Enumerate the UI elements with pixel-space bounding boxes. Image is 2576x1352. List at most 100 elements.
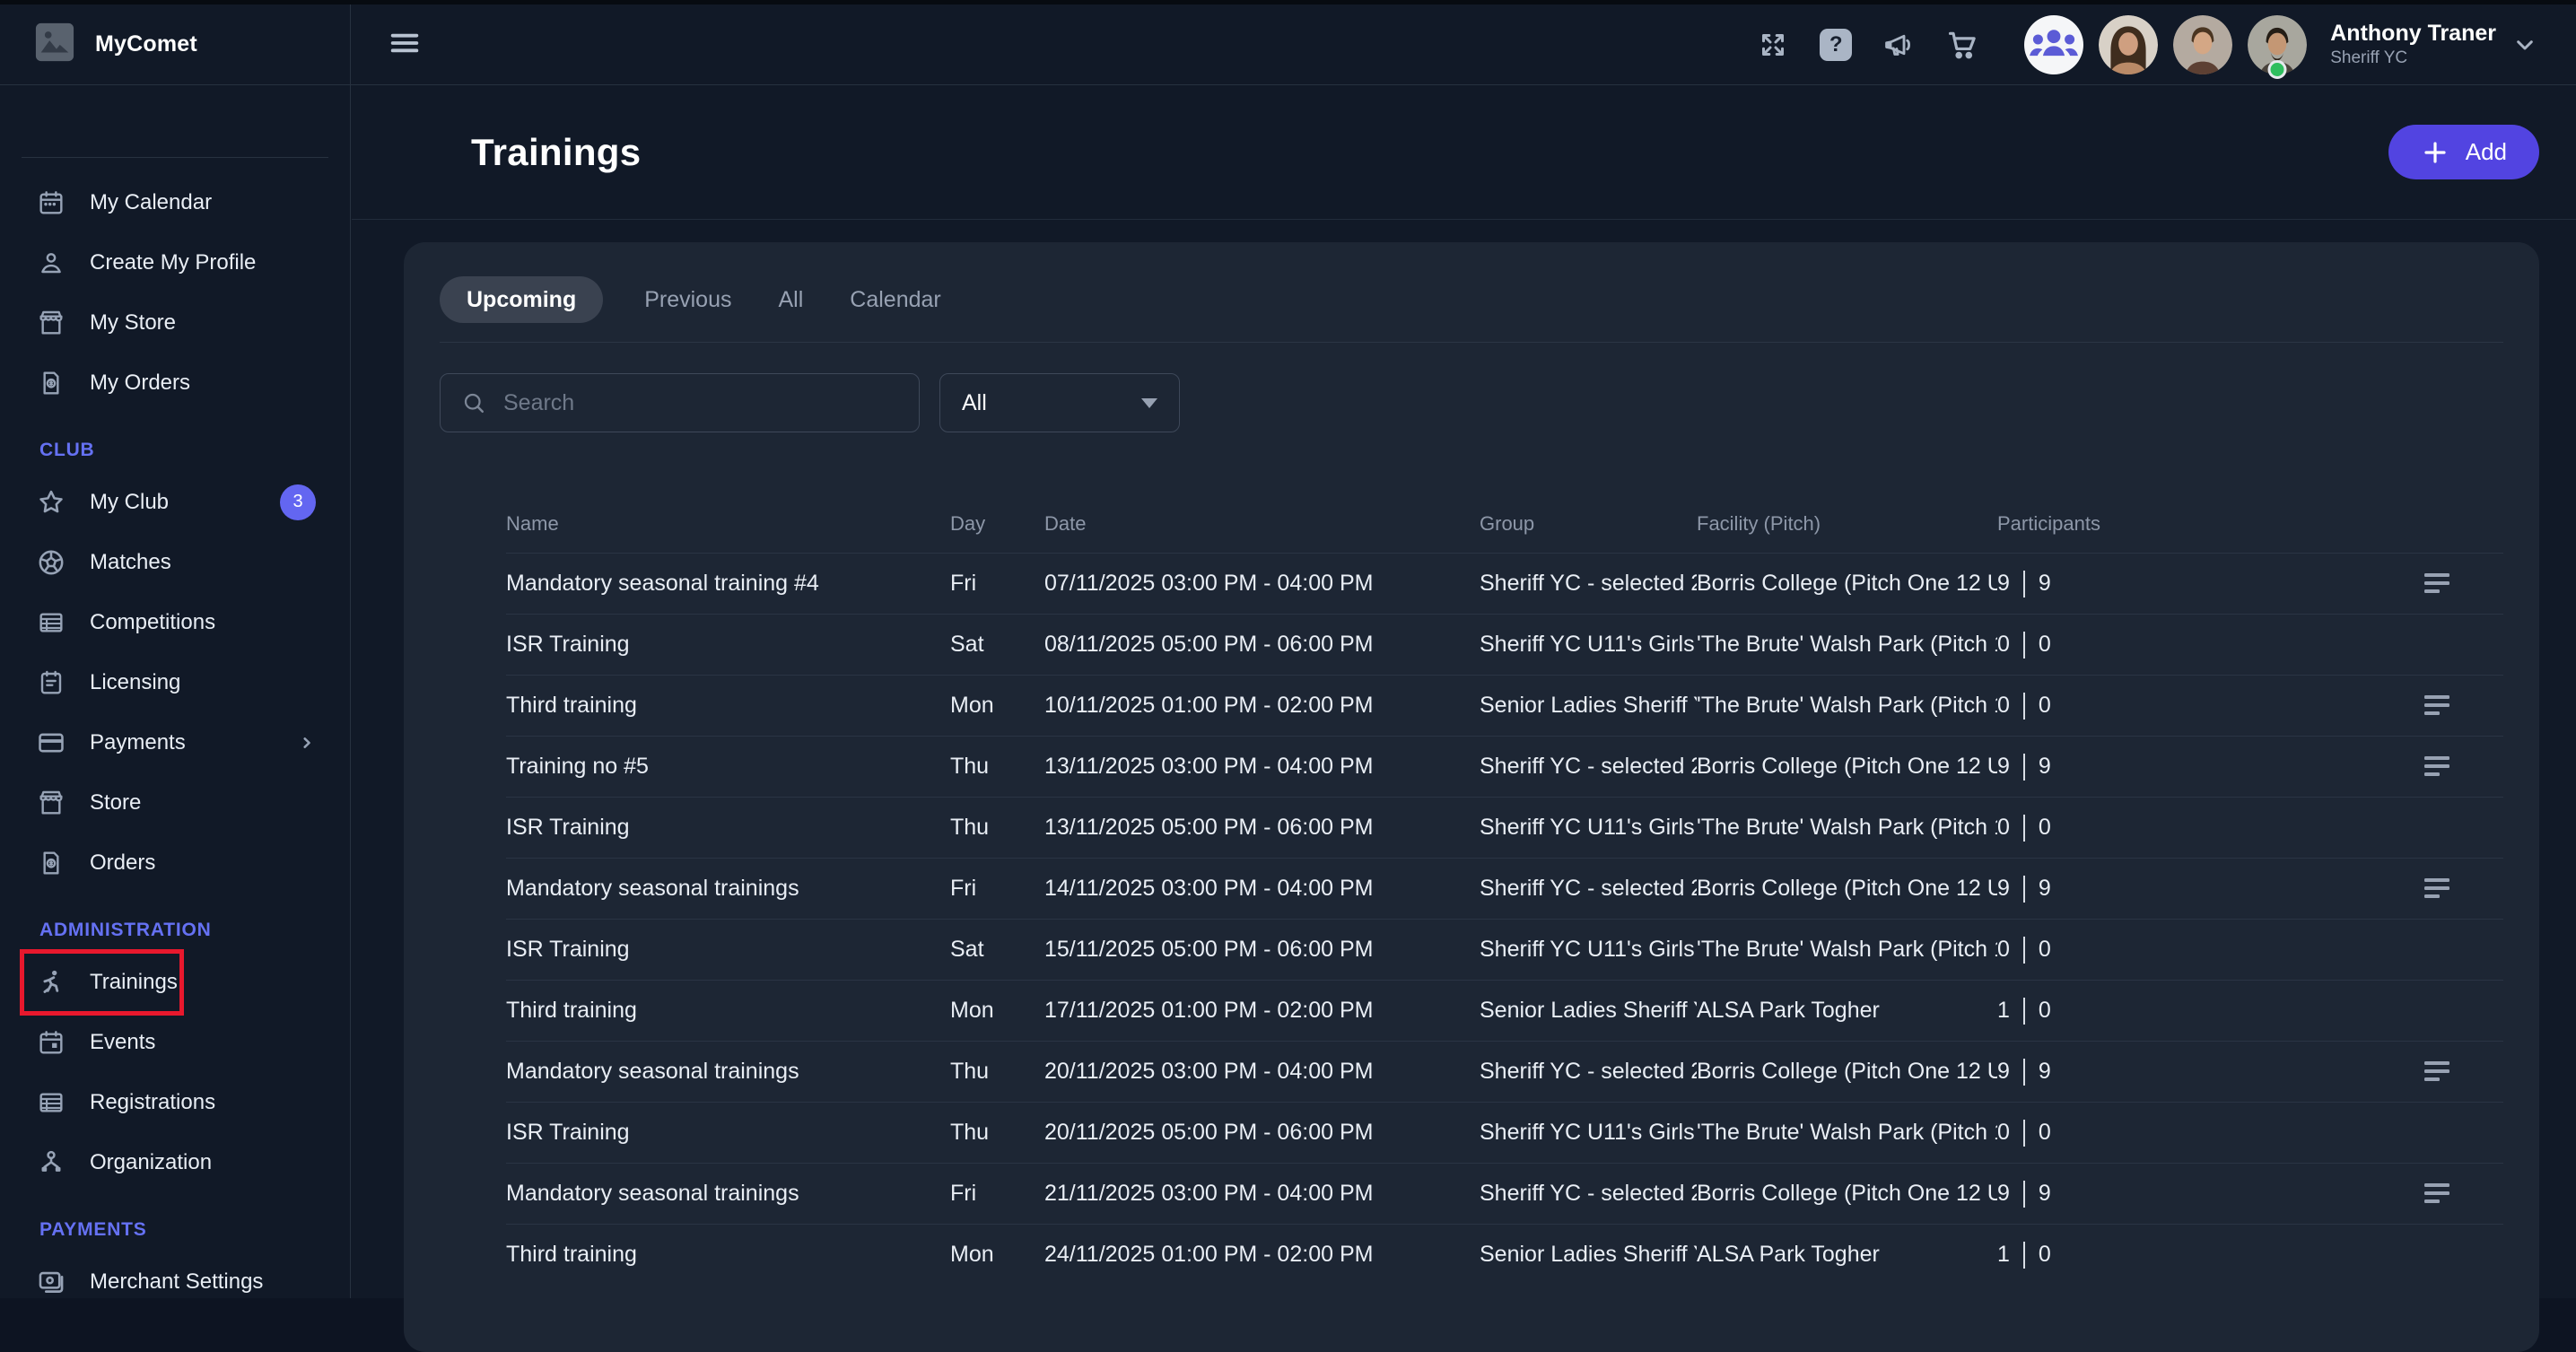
search-icon — [460, 389, 487, 416]
sidebar-item-label: Merchant Settings — [90, 1269, 263, 1295]
cell-facility: Borris College (Pitch One 12 Upper Malon… — [1697, 571, 1997, 597]
search-box[interactable] — [440, 373, 920, 432]
table-row[interactable]: ISR TrainingThu20/11/2025 05:00 PM - 06:… — [506, 1102, 2503, 1163]
search-input[interactable] — [503, 390, 899, 416]
participants-separator — [2023, 815, 2025, 842]
sidebar-item-label: Orders — [90, 850, 155, 876]
receipt-icon — [36, 369, 66, 397]
sidebar-item-label: My Club — [90, 490, 169, 515]
participants-count-1: 0 — [1997, 693, 2010, 719]
participants-count-1: 0 — [1997, 1120, 2010, 1146]
cell-day: Fri — [950, 1181, 1044, 1207]
table-row[interactable]: ISR TrainingSat15/11/2025 05:00 PM - 06:… — [506, 919, 2503, 980]
cart-button[interactable] — [1945, 28, 1979, 62]
event-calendar-icon — [36, 1028, 66, 1057]
header-cell-date: Date — [1044, 512, 1480, 536]
participants-count-2: 9 — [2039, 754, 2051, 780]
add-button[interactable]: Add — [2388, 125, 2539, 179]
fullscreen-icon — [1757, 29, 1789, 61]
sidebar-item-registrations[interactable]: Registrations — [0, 1072, 350, 1132]
table-row[interactable]: Third trainingMon24/11/2025 01:00 PM - 0… — [506, 1224, 2503, 1285]
cell-facility: ALSA Park Togher — [1697, 998, 1997, 1024]
tab-calendar[interactable]: Calendar — [844, 276, 946, 323]
participants-count-1: 1 — [1997, 1242, 2010, 1268]
cell-day: Mon — [950, 693, 1044, 719]
cell-date: 14/11/2025 03:00 PM - 04:00 PM — [1044, 876, 1480, 902]
fullscreen-button[interactable] — [1757, 29, 1789, 61]
brand[interactable]: MyComet — [0, 4, 351, 84]
table-icon — [36, 1088, 66, 1117]
plus-icon — [2421, 138, 2449, 167]
sidebar-item-orders[interactable]: Orders — [0, 833, 350, 893]
table-row[interactable]: ISR TrainingThu13/11/2025 05:00 PM - 06:… — [506, 797, 2503, 858]
cell-date: 17/11/2025 01:00 PM - 02:00 PM — [1044, 998, 1480, 1024]
table-row[interactable]: Training no #5Thu13/11/2025 03:00 PM - 0… — [506, 736, 2503, 797]
cell-group: Senior Ladies Sheriff YC — [1480, 998, 1697, 1024]
sidebar-item-payments[interactable]: Payments — [0, 712, 350, 772]
cell-facility: 'The Brute' Walsh Park (Pitch 1 na Brute… — [1697, 693, 1997, 719]
sidebar-item-licensing[interactable]: Licensing — [0, 652, 350, 712]
sidebar-item-label: Store — [90, 790, 141, 816]
attendance-button[interactable] — [2423, 693, 2451, 718]
sidebar-item-my-orders[interactable]: My Orders — [0, 353, 350, 413]
sidebar-item-label: Competitions — [90, 610, 215, 635]
sidebar-nav: My Calendar Create My Profile My StoreMy O… — [0, 158, 350, 1312]
table-row[interactable]: Mandatory seasonal training #4Fri07/11/2… — [506, 553, 2503, 614]
user-photo-avatar-1[interactable] — [2099, 15, 2158, 74]
table-row[interactable]: Mandatory seasonal trainingsThu20/11/202… — [506, 1041, 2503, 1102]
table-row[interactable]: Third trainingMon17/11/2025 01:00 PM - 0… — [506, 980, 2503, 1041]
tab-all[interactable]: All — [773, 276, 808, 323]
attendance-button[interactable] — [2423, 571, 2451, 596]
team-switcher-avatar[interactable] — [2024, 15, 2083, 74]
chevron-right-icon — [294, 730, 319, 755]
user-photo-avatar-2[interactable] — [2173, 15, 2232, 74]
sidebar-section-label: CLUB — [0, 413, 350, 472]
sidebar-item-label: Create My Profile — [90, 250, 256, 275]
attendance-button[interactable] — [2423, 1182, 2451, 1206]
group-filter-select[interactable]: All — [939, 373, 1180, 432]
table-row[interactable]: ISR TrainingSat08/11/2025 05:00 PM - 06:… — [506, 614, 2503, 675]
cell-date: 20/11/2025 03:00 PM - 04:00 PM — [1044, 1059, 1480, 1085]
help-button[interactable]: ? — [1820, 29, 1852, 61]
attendance-button[interactable] — [2423, 755, 2451, 779]
attendance-lines-icon — [2423, 1182, 2451, 1206]
participants-count-2: 9 — [2039, 1181, 2051, 1207]
participants-count-2: 0 — [2039, 632, 2051, 658]
star-icon — [36, 487, 66, 518]
sidebar-item-my-club[interactable]: My Club3 — [0, 472, 350, 532]
table-row[interactable]: Mandatory seasonal trainingsFri14/11/202… — [506, 858, 2503, 919]
announcements-button[interactable] — [1882, 29, 1915, 61]
user-menu[interactable]: Anthony Traner Sheriff YC — [2330, 21, 2539, 69]
cell-actions — [2423, 755, 2503, 779]
cell-facility: ALSA Park Togher — [1697, 1242, 1997, 1268]
sidebar-item-trainings[interactable]: Trainings — [0, 952, 350, 1012]
participants-count-2: 9 — [2039, 876, 2051, 902]
topbar-actions: ? Anthony Traner Sheriff YC — [1726, 15, 2576, 74]
sidebar-item-competitions[interactable]: Competitions — [0, 592, 350, 652]
sidebar-item-my-store[interactable]: My Store — [0, 292, 350, 353]
attendance-button[interactable] — [2423, 1060, 2451, 1084]
participants-count-1: 9 — [1997, 1059, 2010, 1085]
attendance-button[interactable] — [2423, 877, 2451, 901]
tab-previous[interactable]: Previous — [639, 276, 737, 323]
sidebar-item-merchant-settings[interactable]: Merchant Settings — [0, 1252, 350, 1312]
table-row[interactable]: Third trainingMon10/11/2025 01:00 PM - 0… — [506, 675, 2503, 736]
filters-row: All — [440, 373, 2503, 432]
user-photo-avatar-3[interactable] — [2248, 15, 2307, 74]
menu-toggle-button[interactable] — [387, 25, 423, 64]
cell-day: Fri — [950, 571, 1044, 597]
cell-group: Sheriff YC U11's Girls DDSL — [1480, 815, 1697, 841]
sidebar-item-events[interactable]: Events — [0, 1012, 350, 1072]
sidebar-item-matches[interactable]: Matches — [0, 532, 350, 592]
table-row[interactable]: Mandatory seasonal trainingsFri21/11/202… — [506, 1163, 2503, 1224]
tab-upcoming[interactable]: Upcoming — [440, 276, 603, 323]
cell-group: Sheriff YC - selected 2025 — [1480, 876, 1697, 902]
sidebar-item-store[interactable]: Store — [0, 772, 350, 833]
sidebar-item-my-calendar[interactable]: My Calendar — [0, 172, 350, 232]
sidebar-item-organization[interactable]: Organization — [0, 1132, 350, 1192]
participants-separator — [2023, 1181, 2025, 1208]
main-content: Trainings Add UpcomingPreviousAllCalenda… — [352, 85, 2576, 1298]
cell-participants: 00 — [1997, 632, 2423, 659]
participants-separator — [2023, 632, 2025, 659]
sidebar-item-create-my-profile[interactable]: Create My Profile — [0, 232, 350, 292]
